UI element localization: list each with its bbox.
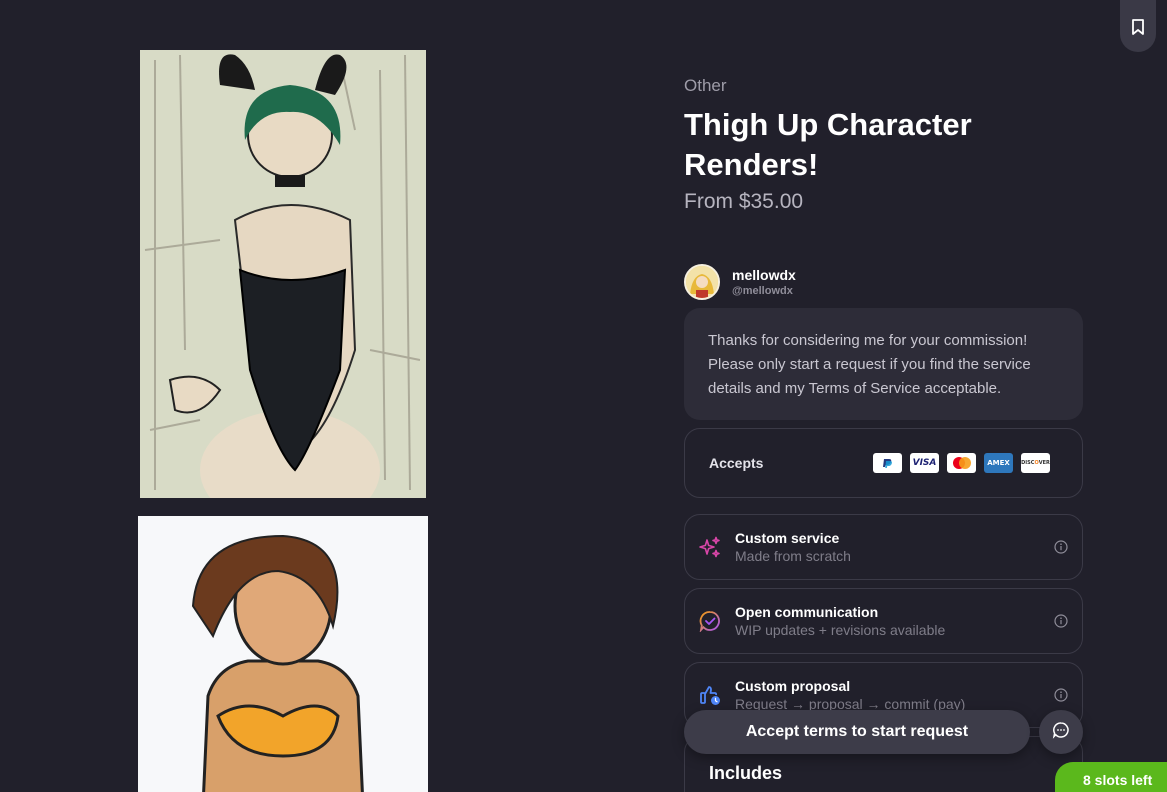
- feature-title: Custom proposal: [735, 678, 851, 694]
- paypal-icon: [873, 453, 902, 473]
- payment-methods: VISA AMEX DISC O VER: [873, 453, 1058, 473]
- seller-handle: @mellowdx: [732, 285, 793, 297]
- feature-custom-service[interactable]: Custom service Made from scratch: [684, 514, 1083, 580]
- info-icon[interactable]: [1054, 688, 1068, 702]
- seller-message: Thanks for considering me for your commi…: [684, 308, 1083, 420]
- visa-icon: VISA: [910, 453, 939, 473]
- avatar: [684, 264, 720, 300]
- chat-button[interactable]: [1039, 710, 1083, 754]
- info-icon[interactable]: [1054, 540, 1068, 554]
- accepts-card: Accepts VISA AMEX DISC O VER: [684, 428, 1083, 498]
- amex-icon: AMEX: [984, 453, 1013, 473]
- bookmark-button[interactable]: [1120, 0, 1156, 52]
- chat-check-icon: [699, 610, 721, 632]
- seller-name: mellowdx: [732, 267, 796, 283]
- seller-profile[interactable]: mellowdx @mellowdx: [684, 264, 796, 300]
- chat-bubble-icon: [1052, 721, 1070, 744]
- artwork-image-2[interactable]: [138, 516, 428, 792]
- artwork-image-1[interactable]: [140, 50, 426, 498]
- feature-subtitle: WIP updates + revisions available: [735, 622, 946, 638]
- listing-title: Thigh Up Character Renders!: [684, 107, 972, 182]
- slots-left-badge: 8 slots left: [1055, 762, 1167, 792]
- listing-category: Other: [684, 76, 727, 95]
- feature-title: Custom service: [735, 530, 840, 546]
- mastercard-icon: [947, 453, 976, 473]
- includes-title: Includes: [709, 763, 783, 783]
- accepts-label: Accepts: [709, 455, 764, 471]
- sparkles-icon: [699, 536, 721, 558]
- feature-title: Open communication: [735, 604, 879, 620]
- thumbs-up-clock-icon: [699, 684, 721, 706]
- info-icon[interactable]: [1054, 614, 1068, 628]
- listing-price: From $35.00: [684, 190, 804, 213]
- bookmark-icon: [1131, 19, 1145, 40]
- discover-icon: DISC O VER: [1021, 453, 1050, 473]
- feature-open-communication[interactable]: Open communication WIP updates + revisio…: [684, 588, 1083, 654]
- feature-subtitle: Made from scratch: [735, 548, 851, 564]
- accept-terms-button[interactable]: Accept terms to start request: [684, 710, 1030, 754]
